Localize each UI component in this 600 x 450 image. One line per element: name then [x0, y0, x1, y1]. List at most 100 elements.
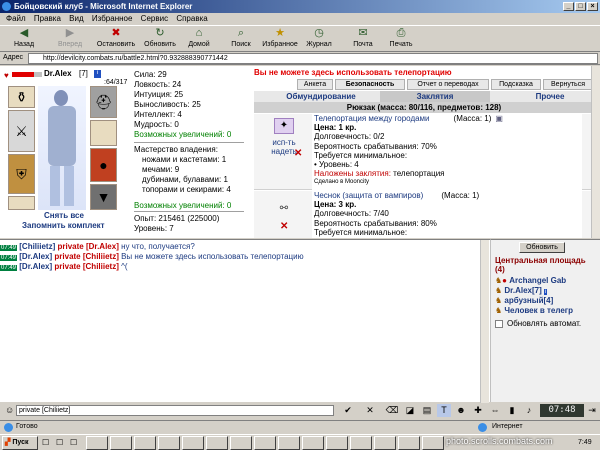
tab-transfer-report[interactable]: Отчет о переводах	[407, 79, 489, 90]
taskbar-button[interactable]	[230, 436, 252, 450]
guild-icon: ♞	[495, 306, 503, 315]
mail-button[interactable]: ✉ Почта	[348, 27, 378, 48]
game-content: ♥ Dr.Alex [7] i :64/317 ⚱ ⚔ ⛨ ⛑ ● ▼ Снят…	[0, 66, 600, 238]
print-button[interactable]: ⎙ Печать	[386, 27, 416, 48]
back-button[interactable]: ◀ Назад	[6, 27, 42, 48]
taskbar-button[interactable]	[134, 436, 156, 450]
taskbar: ▞ Пуск ☐ ☐ ☐ photo.scrolls.combats.com 7…	[0, 434, 600, 450]
menu-bar: Файл Правка Вид Избранное Сервис Справка	[0, 13, 600, 25]
favorites-button[interactable]: ★ Избранное	[260, 27, 300, 48]
arrows-icon[interactable]: ⇔	[488, 404, 502, 417]
history-button[interactable]: ◷ Журнал	[304, 27, 334, 48]
slot-belt[interactable]	[8, 196, 35, 210]
maximize-button[interactable]: □	[575, 2, 586, 11]
send-icon[interactable]: ✔	[341, 404, 355, 417]
slot-shield[interactable]: ●	[90, 148, 117, 182]
chat-input[interactable]: private [Chiliietz]	[16, 405, 334, 416]
menu-tools[interactable]: Сервис	[141, 14, 168, 23]
music-icon[interactable]: ♪	[522, 404, 536, 417]
search-button[interactable]: ⌕ Поиск	[226, 27, 256, 48]
slot-helmet[interactable]: ⛑	[90, 86, 117, 118]
watermark-text: photo.scrolls.combats.com	[446, 436, 553, 446]
refresh-button[interactable]: ↻ Обновить	[140, 27, 180, 48]
online-user[interactable]: ♞● Archangel Gab	[495, 276, 566, 285]
mail-icon: ✉	[358, 27, 368, 39]
menu-edit[interactable]: Правка	[34, 14, 61, 23]
exit-icon[interactable]: ⇥	[585, 404, 599, 417]
mastery-panel: Мастерство владения: ножами и кастетами:…	[134, 145, 231, 194]
address-input[interactable]: http://devilcity.combats.ru/battle2.html…	[28, 53, 598, 64]
content-scrollbar[interactable]	[591, 66, 600, 238]
online-user[interactable]: ♞ Dr.Alex[7] i	[495, 286, 548, 295]
taskbar-button[interactable]	[302, 436, 324, 450]
taskbar-button[interactable]	[110, 436, 132, 450]
character-name[interactable]: Dr.Alex	[44, 69, 72, 78]
forward-button[interactable]: ▶ Вперед	[52, 27, 88, 48]
clear-icon[interactable]: ✕	[363, 404, 377, 417]
print-icon: ⎙	[396, 27, 406, 39]
pause-icon[interactable]: ▮	[505, 404, 519, 417]
eraser-icon[interactable]: ⌫	[385, 404, 399, 417]
chat-scrollbar[interactable]	[480, 240, 489, 403]
slot-armor[interactable]: ⛨	[8, 154, 35, 194]
online-refresh-button[interactable]: Обновить	[519, 242, 565, 253]
scroll-name[interactable]: Чеснок (защита от вампиров)	[314, 191, 423, 200]
online-user[interactable]: ♞ Человек в телегр	[495, 306, 573, 315]
taskbar-button[interactable]	[326, 436, 348, 450]
info-icon[interactable]: i	[94, 70, 101, 78]
close-button[interactable]: ×	[587, 2, 598, 11]
taskbar-button[interactable]	[350, 436, 372, 450]
sword-icon: ⚔	[15, 122, 28, 139]
delete-icon[interactable]: ✕	[294, 148, 302, 159]
scroll-name[interactable]: Телепортация между городами	[314, 114, 430, 123]
start-button[interactable]: ▞ Пуск	[2, 436, 38, 450]
tab-return[interactable]: Вернуться	[543, 79, 593, 90]
tab-hint[interactable]: Подсказка	[491, 79, 541, 90]
menu-file[interactable]: Файл	[6, 14, 26, 23]
quicklaunch-icon[interactable]: ☐	[56, 438, 63, 447]
taskbar-button[interactable]	[206, 436, 228, 450]
remember-set-link[interactable]: Запомнить комплект	[22, 221, 105, 230]
info-icon[interactable]: i	[544, 289, 548, 295]
home-button[interactable]: ⌂ Домой	[184, 27, 214, 48]
slot-earrings[interactable]: ⚱	[8, 86, 35, 108]
quicklaunch-icon[interactable]: ☐	[42, 438, 49, 447]
chat-message: 07:49 [Dr.Alex] private [Chiliietz] ^(	[0, 262, 128, 271]
stop-button[interactable]: ✖ Остановить	[96, 27, 136, 48]
smiles-icon[interactable]: ☻	[454, 404, 468, 417]
slot-weapon[interactable]: ⚔	[8, 110, 35, 152]
tab-profile[interactable]: Анкета	[297, 79, 333, 90]
taskbar-button[interactable]	[158, 436, 180, 450]
subtab-other[interactable]: Прочее	[510, 91, 590, 102]
quicklaunch-icon[interactable]: ☐	[70, 438, 77, 447]
delete-icon[interactable]: ✕	[280, 221, 288, 232]
subtab-equipment[interactable]: Обмундирование	[276, 91, 366, 102]
filter-icon[interactable]: ◪	[403, 404, 417, 417]
taskbar-button[interactable]	[86, 436, 108, 450]
auto-refresh-checkbox[interactable]	[495, 320, 503, 328]
mastery-increases: Возможных увеличений: 0	[134, 201, 232, 210]
menu-help[interactable]: Справка	[176, 14, 207, 23]
taskbar-button[interactable]	[254, 436, 276, 450]
ie-icon	[2, 2, 11, 11]
search-icon: ⌕	[237, 27, 245, 39]
gift-icon[interactable]: ✚	[471, 404, 485, 417]
taskbar-button[interactable]	[422, 436, 444, 450]
menu-favorites[interactable]: Избранное	[92, 14, 133, 23]
taskbar-button[interactable]	[182, 436, 204, 450]
slot-bracers[interactable]	[90, 120, 117, 146]
subtab-spells[interactable]: Заклятия	[380, 91, 490, 102]
undress-all-link[interactable]: Снять все	[44, 211, 84, 220]
menu-view[interactable]: Вид	[69, 14, 83, 23]
taskbar-button[interactable]	[398, 436, 420, 450]
save-icon[interactable]: ▤	[420, 404, 434, 417]
slot-boots[interactable]: ▼	[90, 184, 117, 210]
smiley-icon[interactable]: ☺	[5, 405, 14, 415]
tab-security[interactable]: Безопасность	[335, 79, 405, 90]
taskbar-button[interactable]	[278, 436, 300, 450]
online-user[interactable]: ♞ арбузный[4]	[495, 296, 553, 305]
t-icon[interactable]: T	[437, 404, 451, 417]
minimize-button[interactable]: _	[563, 2, 574, 11]
character-level: [7]	[79, 69, 88, 78]
taskbar-button[interactable]	[374, 436, 396, 450]
